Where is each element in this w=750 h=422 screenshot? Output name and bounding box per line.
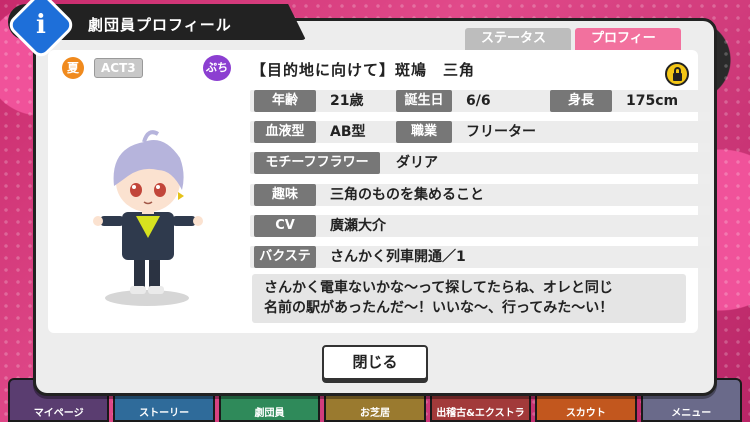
quote-line: さんかく電車ないかな～って探してたらね、オレと同じ xyxy=(264,280,613,296)
height-label: 身長 xyxy=(550,90,612,112)
age-label: 年齢 xyxy=(254,90,316,112)
hobby-label: 趣味 xyxy=(254,184,316,206)
cv-value: 廣瀬大介 xyxy=(330,218,386,234)
card-name: 【目的地に向けて】斑鳩 三角 xyxy=(251,61,476,79)
tab-status[interactable]: ステータス xyxy=(465,28,571,50)
age-value: 21歳 xyxy=(330,93,364,109)
backstage-label: バクステ xyxy=(254,246,316,268)
nav-label: お芝居 xyxy=(359,408,390,419)
season-badge: 夏 xyxy=(62,57,84,79)
dialog-title: 劇団員プロフィール xyxy=(88,16,232,34)
job-label: 職業 xyxy=(396,121,452,143)
profile-row-basic: 年齢 21歳 誕生日 6/6 身長 175cm xyxy=(250,90,710,112)
nav-label: マイページ xyxy=(33,408,84,419)
flower-label: モチーフフラワー xyxy=(254,152,380,174)
profile-row-blood: 血液型 AB型 職業 フリーター xyxy=(250,121,710,143)
character-portrait xyxy=(93,130,203,306)
profile-row-backstage: バクステ さんかく列車開通／1 xyxy=(250,246,710,268)
nav-label: ストーリー xyxy=(139,408,190,419)
job-value: フリーター xyxy=(466,124,536,140)
profile-row-cv: CV 廣瀬大介 xyxy=(250,215,710,237)
character-quote: さんかく電車ないかな～って探してたらね、オレと同じ 名前の駅があったんだ～！いい… xyxy=(252,274,686,323)
height-value: 175cm xyxy=(626,93,679,109)
close-button[interactable]: 閉じる xyxy=(322,345,428,380)
blood-label: 血液型 xyxy=(254,121,316,143)
birthday-value: 6/6 xyxy=(466,93,491,109)
lock-icon[interactable] xyxy=(665,62,689,86)
troupe-icon: ぷち xyxy=(203,55,231,81)
quote-line: 名前の駅があったんだ～！いいな～、行ってみた～い！ xyxy=(264,300,614,316)
birthday-label: 誕生日 xyxy=(396,90,452,112)
act-badge: ACT3 xyxy=(94,58,143,78)
nav-label: メニュー xyxy=(671,408,712,419)
backstage-value: さんかく列車開通／1 xyxy=(330,249,466,265)
lock-body xyxy=(673,73,682,81)
profile-row-hobby: 趣味 三角のものを集めること xyxy=(250,184,710,206)
profile-row-flower: モチーフフラワー ダリア xyxy=(250,152,710,174)
nav-label: スカウト xyxy=(565,408,606,419)
nav-label: 劇団員 xyxy=(254,408,285,419)
blood-value: AB型 xyxy=(330,124,366,140)
nav-label: 出稽古&エクストラ xyxy=(436,408,525,419)
info-icon-glyph: i xyxy=(36,10,46,40)
tab-profile[interactable]: プロフィール xyxy=(575,28,681,68)
flower-value: ダリア xyxy=(396,155,438,171)
cv-label: CV xyxy=(254,215,316,237)
hobby-value: 三角のものを集めること xyxy=(330,187,484,203)
